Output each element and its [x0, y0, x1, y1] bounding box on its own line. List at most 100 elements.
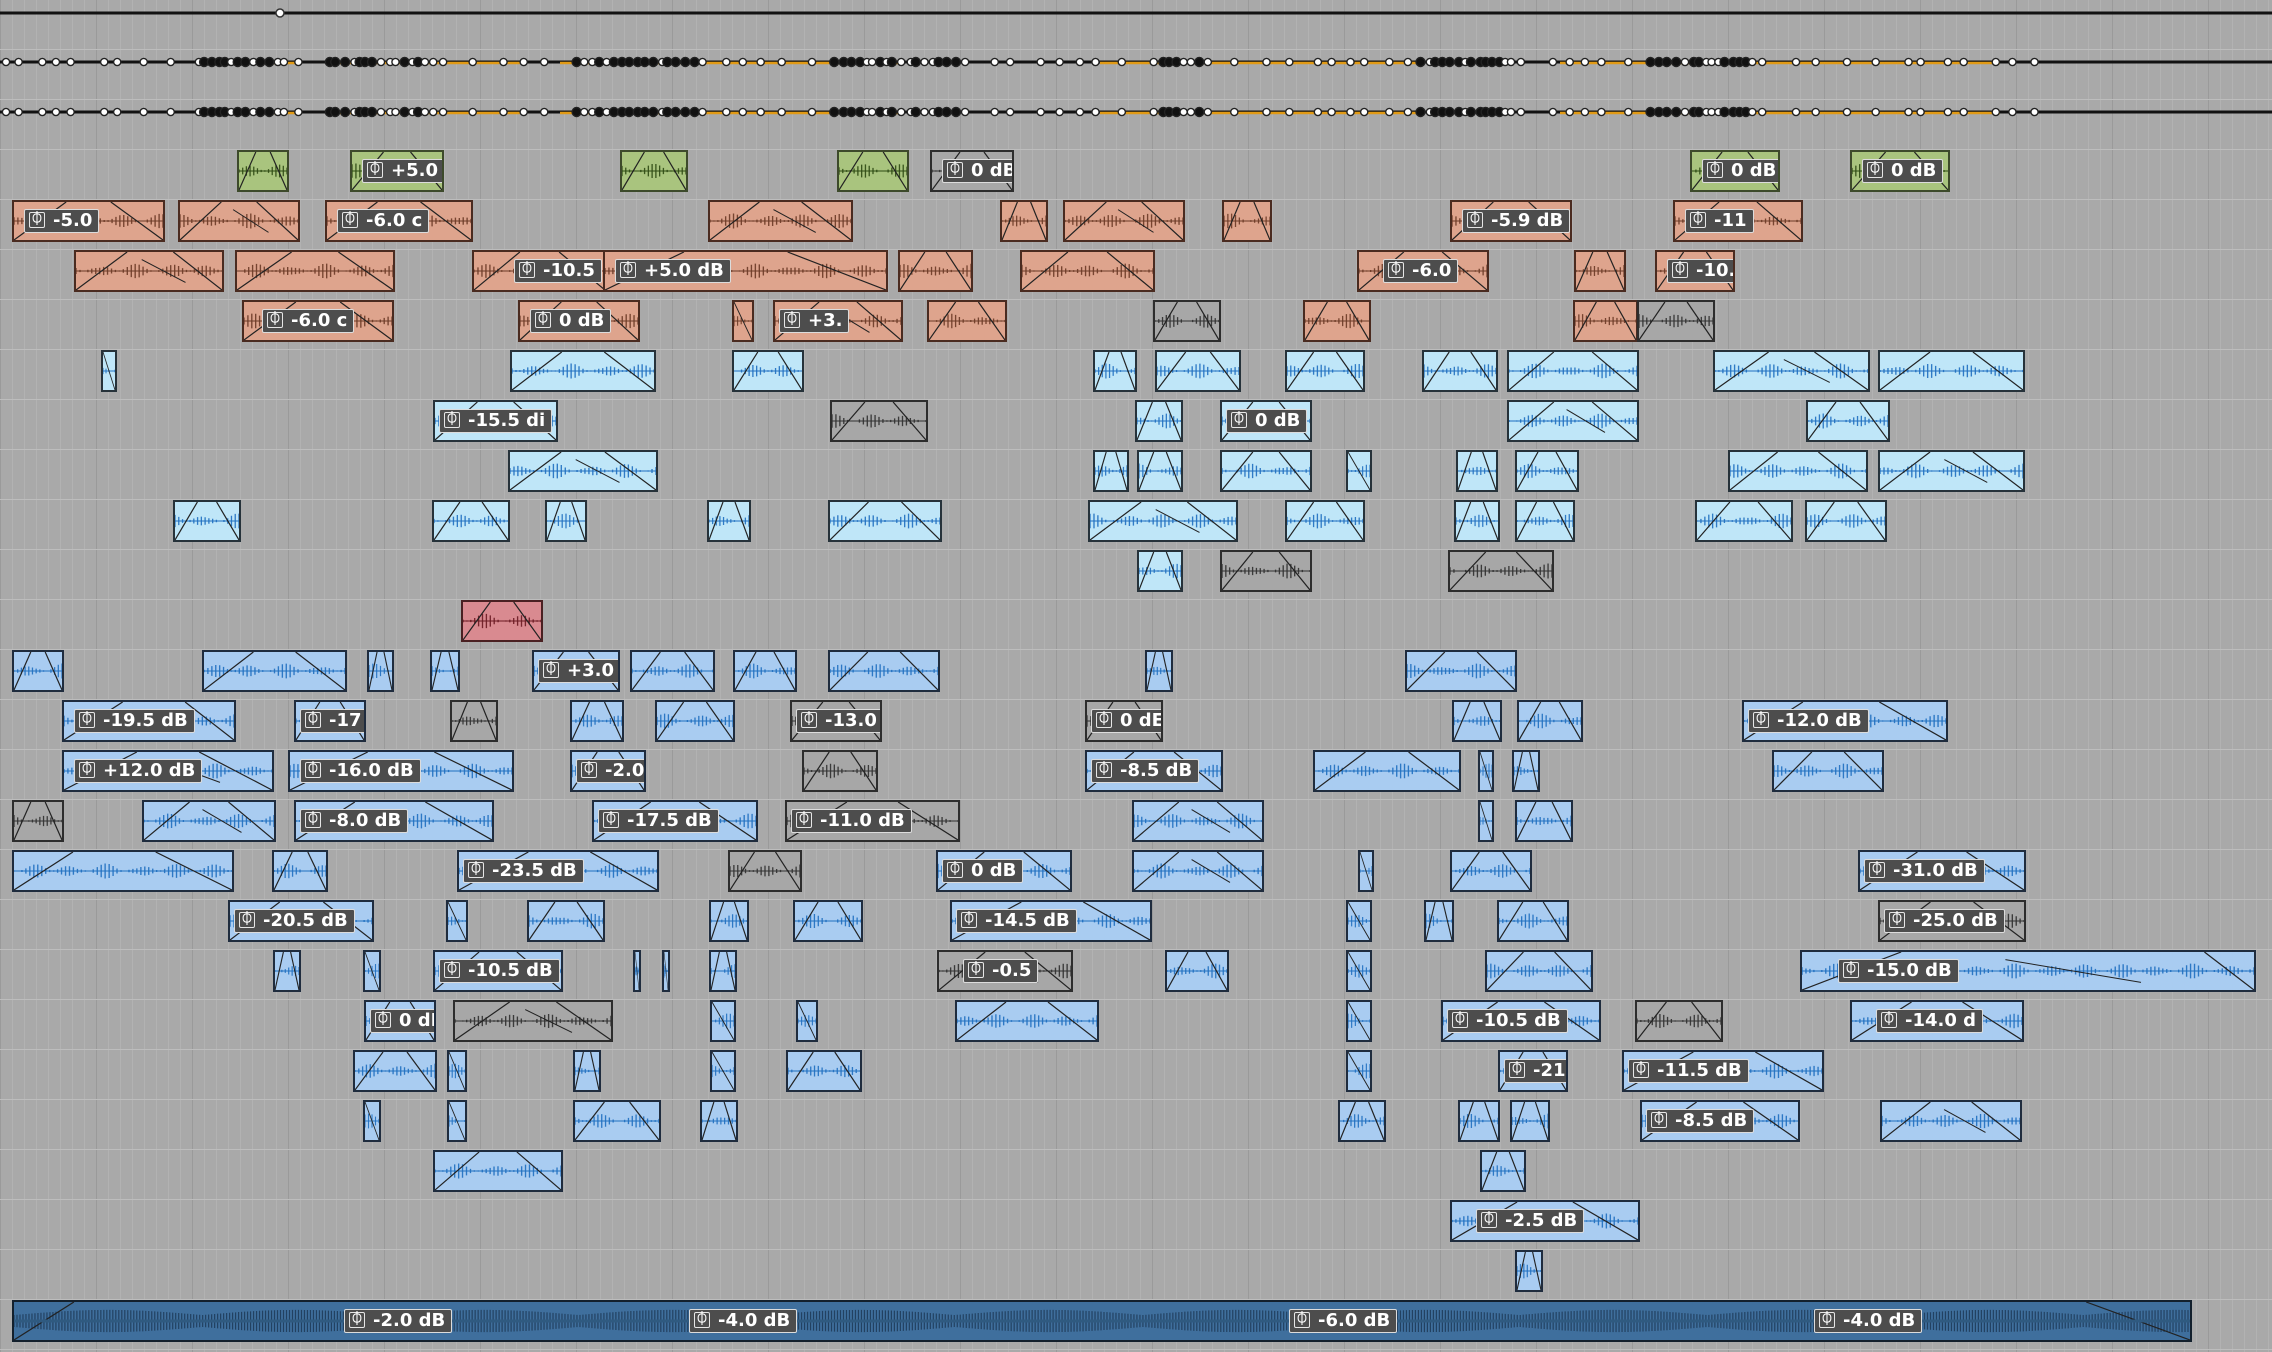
clip-gain-label[interactable]: ⏀ +12.0 dB	[74, 759, 203, 783]
audio-region[interactable]	[1637, 300, 1715, 342]
clip-gain-label[interactable]: ⏀ -10.	[1667, 259, 1733, 283]
clip-gain-label[interactable]: ⏀ 0 dB	[530, 309, 612, 333]
audio-region[interactable]: ⏀ -5.0	[12, 200, 165, 242]
audio-region[interactable]: ⏀ -14.5 dB	[950, 900, 1152, 942]
audio-region[interactable]	[1346, 450, 1372, 492]
audio-region[interactable]	[1424, 900, 1454, 942]
audio-region[interactable]	[733, 650, 797, 692]
audio-region[interactable]	[1456, 450, 1498, 492]
clip-gain-label[interactable]: ⏀ -0.5	[963, 959, 1039, 983]
clip-gain-label[interactable]: ⏀ +3.0	[538, 659, 618, 683]
audio-region[interactable]	[1880, 1100, 2022, 1142]
audio-region[interactable]	[710, 1000, 736, 1042]
audio-region[interactable]	[510, 350, 656, 392]
audio-region[interactable]	[1510, 1100, 1550, 1142]
audio-region[interactable]	[1450, 850, 1532, 892]
audio-region[interactable]	[796, 1000, 818, 1042]
audio-region[interactable]	[1165, 950, 1229, 992]
audio-region[interactable]: ⏀ -23.5 dB	[457, 850, 659, 892]
audio-region[interactable]	[1000, 200, 1048, 242]
audio-region[interactable]	[527, 900, 605, 942]
audio-region[interactable]	[955, 1000, 1099, 1042]
audio-region[interactable]	[1137, 450, 1183, 492]
audio-region[interactable]	[1220, 450, 1312, 492]
audio-region[interactable]	[202, 650, 347, 692]
clip-gain-label[interactable]: ⏀ -15.0 dB	[1838, 959, 1959, 983]
audio-region[interactable]	[1512, 750, 1540, 792]
audio-region[interactable]	[461, 600, 543, 642]
audio-region[interactable]	[1573, 300, 1638, 342]
audio-region[interactable]	[1303, 300, 1371, 342]
audio-region[interactable]	[12, 850, 234, 892]
clip-gain-label[interactable]: ⏀ -8.5 dB	[1091, 759, 1200, 783]
audio-region[interactable]	[1480, 1150, 1526, 1192]
audio-region[interactable]	[1878, 450, 2025, 492]
audio-region[interactable]: ⏀ -11.5 dB	[1622, 1050, 1824, 1092]
audio-region[interactable]: ⏀ -17	[294, 700, 366, 742]
audio-region[interactable]	[1728, 450, 1868, 492]
audio-region[interactable]	[1805, 500, 1887, 542]
audio-region[interactable]: ⏀0 dE	[364, 1000, 436, 1042]
audio-region[interactable]: ⏀ -6.0 c	[242, 300, 394, 342]
audio-region[interactable]	[1515, 450, 1579, 492]
audio-region[interactable]	[1132, 800, 1264, 842]
audio-region[interactable]: ⏀ -8.5 dB	[1085, 750, 1223, 792]
audio-region[interactable]	[12, 800, 64, 842]
audio-region[interactable]: ⏀ -11.0 dB	[785, 800, 960, 842]
audio-region[interactable]: ⏀ 0 dB	[518, 300, 640, 342]
automation-curve-3[interactable]	[0, 100, 2272, 150]
audio-region[interactable]	[1454, 500, 1500, 542]
clip-gain-label[interactable]: ⏀ -2.5 dB	[1476, 1209, 1585, 1233]
audio-region[interactable]	[1155, 350, 1241, 392]
clip-gain-label[interactable]: ⏀ -12.0 dB	[1748, 709, 1869, 733]
clip-gain-label[interactable]: ⏀ -6.0 c	[262, 309, 355, 333]
audio-region[interactable]	[1507, 400, 1639, 442]
audio-region[interactable]: ⏀ 0 dB	[1220, 400, 1312, 442]
audio-region[interactable]: ⏀ -2.5 dB	[1450, 1200, 1640, 1242]
clip-gain-label[interactable]: ⏀ -11.5 dB	[1628, 1059, 1749, 1083]
audio-region[interactable]	[447, 1050, 467, 1092]
clip-gain-label[interactable]: ⏀ +3.	[779, 309, 850, 333]
audio-region[interactable]	[272, 850, 328, 892]
audio-region[interactable]	[1507, 350, 1639, 392]
clip-gain-label[interactable]: ⏀ +5.0 dB	[615, 259, 731, 283]
audio-region[interactable]: ⏀ +12.0 dB	[62, 750, 274, 792]
audio-region[interactable]	[1485, 950, 1593, 992]
clip-gain-label[interactable]: ⏀0 dE	[1091, 709, 1161, 733]
audio-region[interactable]	[1346, 950, 1372, 992]
automation-curve-2[interactable]	[0, 50, 2272, 100]
audio-region[interactable]	[1713, 350, 1870, 392]
audio-region[interactable]	[732, 300, 754, 342]
audio-region[interactable]	[363, 950, 381, 992]
audio-region[interactable]	[74, 250, 224, 292]
clip-gain-label[interactable]: ⏀ -11.0 dB	[791, 809, 912, 833]
audio-region[interactable]: ⏀ -15.0 dB	[1800, 950, 2256, 992]
clip-gain-label[interactable]: ⏀ -20.5 dB	[234, 909, 355, 933]
clip-gain-label[interactable]: ⏀+5.0 d	[362, 159, 442, 183]
audio-region[interactable]	[453, 1000, 613, 1042]
clip-gain-label[interactable]: ⏀ -17.5 dB	[598, 809, 719, 833]
audio-region[interactable]	[709, 950, 737, 992]
clip-gain-label[interactable]: ⏀ -16.0 dB	[300, 759, 421, 783]
audio-region[interactable]	[450, 700, 498, 742]
clip-gain-label[interactable]: ⏀ 0 dB	[942, 859, 1024, 883]
audio-region[interactable]	[1422, 350, 1498, 392]
audio-region[interactable]	[1346, 900, 1372, 942]
audio-region[interactable]: ⏀0 dE	[1085, 700, 1163, 742]
audio-region[interactable]	[830, 400, 928, 442]
audio-region[interactable]: ⏀ +3.	[773, 300, 903, 342]
audio-region[interactable]: ⏀ -2.0	[570, 750, 646, 792]
audio-region[interactable]	[633, 950, 641, 992]
automation-lane-2[interactable]	[0, 50, 2272, 100]
audio-region[interactable]: ⏀ -12.0 dB	[1742, 700, 1948, 742]
audio-region[interactable]: ⏀+5.0 d	[350, 150, 444, 192]
audio-region[interactable]	[1137, 550, 1183, 592]
audio-region[interactable]	[432, 500, 510, 542]
audio-region[interactable]	[1285, 500, 1365, 542]
audio-region[interactable]	[1338, 1100, 1386, 1142]
audio-region[interactable]	[1132, 850, 1264, 892]
audio-region[interactable]	[273, 950, 301, 992]
audio-region[interactable]: ⏀ -25.0 dB	[1878, 900, 2026, 942]
audio-region[interactable]	[1878, 350, 2025, 392]
clip-gain-label[interactable]: ⏀ -5.0	[24, 209, 100, 233]
